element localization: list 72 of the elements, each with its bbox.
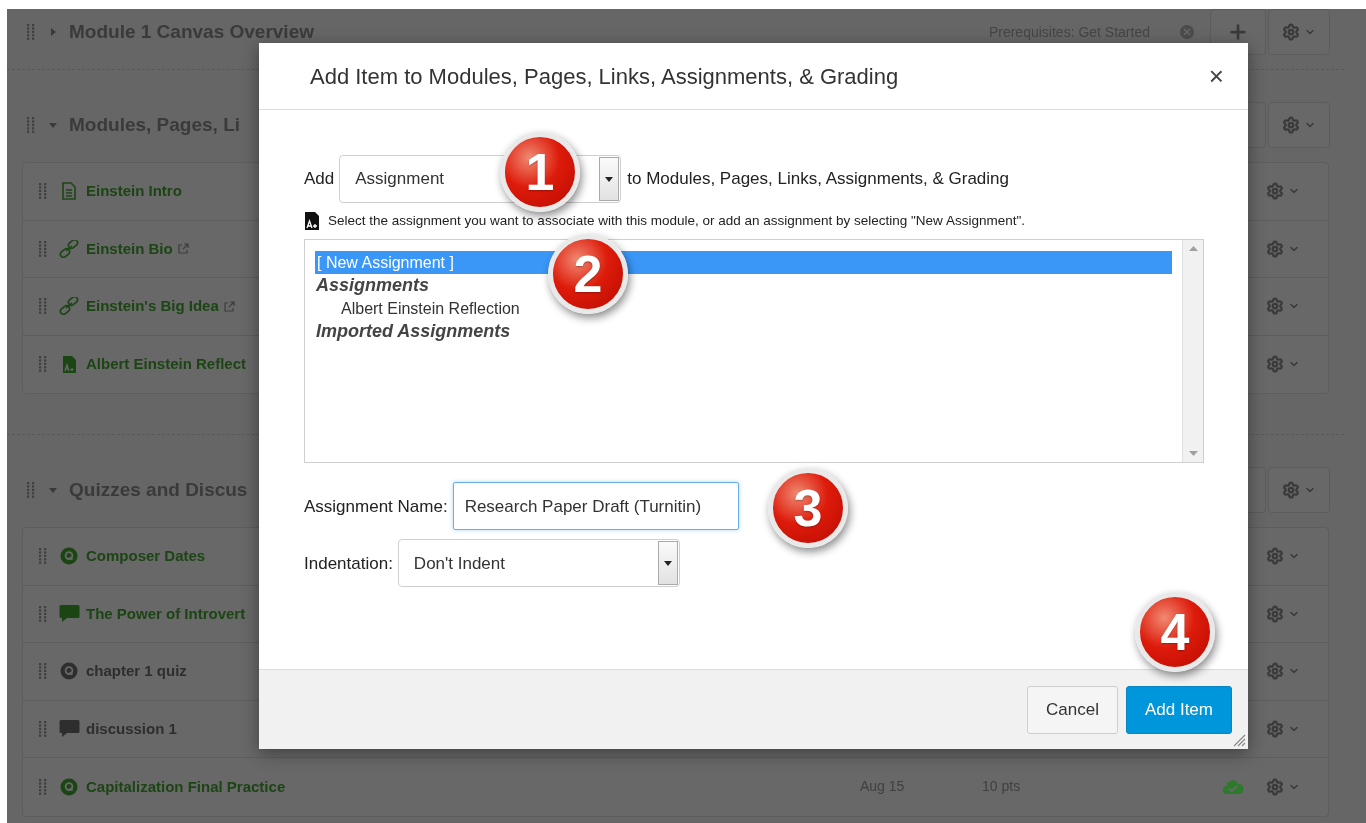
drag-handle-icon[interactable]: [39, 720, 47, 737]
add-suffix-text: to Modules, Pages, Links, Assignments, & Grading: [627, 168, 1009, 191]
gear-icon: [1266, 182, 1284, 201]
quiz-icon: [60, 662, 78, 681]
module-item-title[interactable]: Albert Einstein Reflect: [86, 353, 247, 376]
link-icon: [59, 239, 79, 258]
caret-right-icon[interactable]: [49, 28, 57, 36]
drag-handle-icon[interactable]: [39, 240, 47, 257]
cloud-check-icon[interactable]: [1222, 778, 1244, 795]
speech-bubble-icon: [58, 719, 80, 739]
gear-icon: [1266, 777, 1284, 796]
drag-handle-icon[interactable]: [39, 548, 47, 565]
scroll-up-icon[interactable]: [1188, 246, 1198, 252]
link-icon: [59, 297, 79, 316]
module-item-title[interactable]: Composer Dates: [86, 545, 206, 568]
add-item-button[interactable]: Add Item: [1125, 685, 1232, 734]
external-link-icon: [177, 243, 189, 255]
indentation-label: Indentation:: [304, 552, 393, 575]
drag-handle-icon[interactable]: [27, 24, 35, 40]
drag-handle-icon[interactable]: [39, 183, 47, 200]
assignment-name-label: Assignment Name:: [304, 495, 448, 518]
cancel-button[interactable]: Cancel: [1027, 685, 1118, 734]
gear-icon: [1266, 297, 1284, 316]
dialog-title: Add Item to Modules, Pages, Links, Assignments, & Grading: [310, 62, 899, 91]
module-item-title[interactable]: Einstein Bio: [86, 237, 173, 260]
speech-bubble-icon: [58, 604, 80, 624]
drag-handle-icon[interactable]: [27, 117, 35, 133]
module-item-title[interactable]: Einstein's Big Idea: [86, 295, 219, 318]
close-button[interactable]: ×: [1208, 63, 1224, 89]
plus-icon: [1227, 21, 1249, 43]
drag-handle-icon[interactable]: [39, 663, 47, 680]
indentation-select[interactable]: Don't Indent: [397, 539, 680, 588]
dropdown-arrow-icon: [663, 560, 672, 566]
resize-grip-icon[interactable]: [1232, 733, 1246, 747]
add-label: Add: [304, 168, 335, 191]
drag-handle-icon[interactable]: [39, 605, 47, 622]
settings-menu-button[interactable]: [1268, 467, 1330, 513]
document-icon: [62, 182, 76, 201]
assignment-name-field[interactable]: Research Paper Draft (Turnitin): [452, 482, 739, 531]
module-item-title[interactable]: chapter 1 quiz: [86, 660, 187, 683]
gear-icon: [1282, 481, 1300, 499]
caret-down-icon[interactable]: [49, 121, 57, 129]
assignment-icon: [304, 211, 320, 232]
scrollbar[interactable]: [1182, 240, 1203, 463]
module-item-title[interactable]: discussion 1: [86, 717, 177, 740]
gear-icon: [1282, 23, 1300, 41]
caret-down-icon[interactable]: [49, 486, 57, 494]
gear-icon: [1266, 355, 1284, 374]
scroll-down-icon[interactable]: [1188, 451, 1198, 457]
gear-icon: [1266, 547, 1284, 566]
dropdown-arrow-icon: [605, 176, 614, 182]
gear-icon: [1266, 662, 1284, 681]
gear-icon: [1282, 116, 1300, 134]
instruction-text: Select the assignment you want to associate with this module, or add an assignment by selecting "New Assignment".: [328, 212, 1025, 230]
gear-icon: [1266, 719, 1284, 738]
module-item-title[interactable]: Einstein Intro: [86, 180, 182, 203]
assignment-icon: [61, 354, 77, 374]
drag-handle-icon[interactable]: [39, 298, 47, 315]
quiz-icon: [60, 777, 78, 796]
module-item-title[interactable]: The Power of Introvert: [86, 602, 246, 625]
quiz-icon: [60, 547, 78, 566]
gear-icon: [1266, 239, 1284, 258]
drag-handle-icon[interactable]: [39, 778, 47, 795]
external-link-icon: [223, 300, 235, 312]
option-group-label: Imported Assignments: [315, 320, 512, 344]
drag-handle-icon[interactable]: [27, 482, 35, 498]
settings-menu-button[interactable]: [1268, 102, 1330, 148]
prerequisite-icon: [1180, 25, 1194, 39]
gear-icon: [1266, 604, 1284, 623]
module-item-title[interactable]: Capitalization Final Practice: [86, 775, 286, 798]
option-group-label: Assignments: [315, 274, 431, 298]
drag-handle-icon[interactable]: [39, 356, 47, 373]
